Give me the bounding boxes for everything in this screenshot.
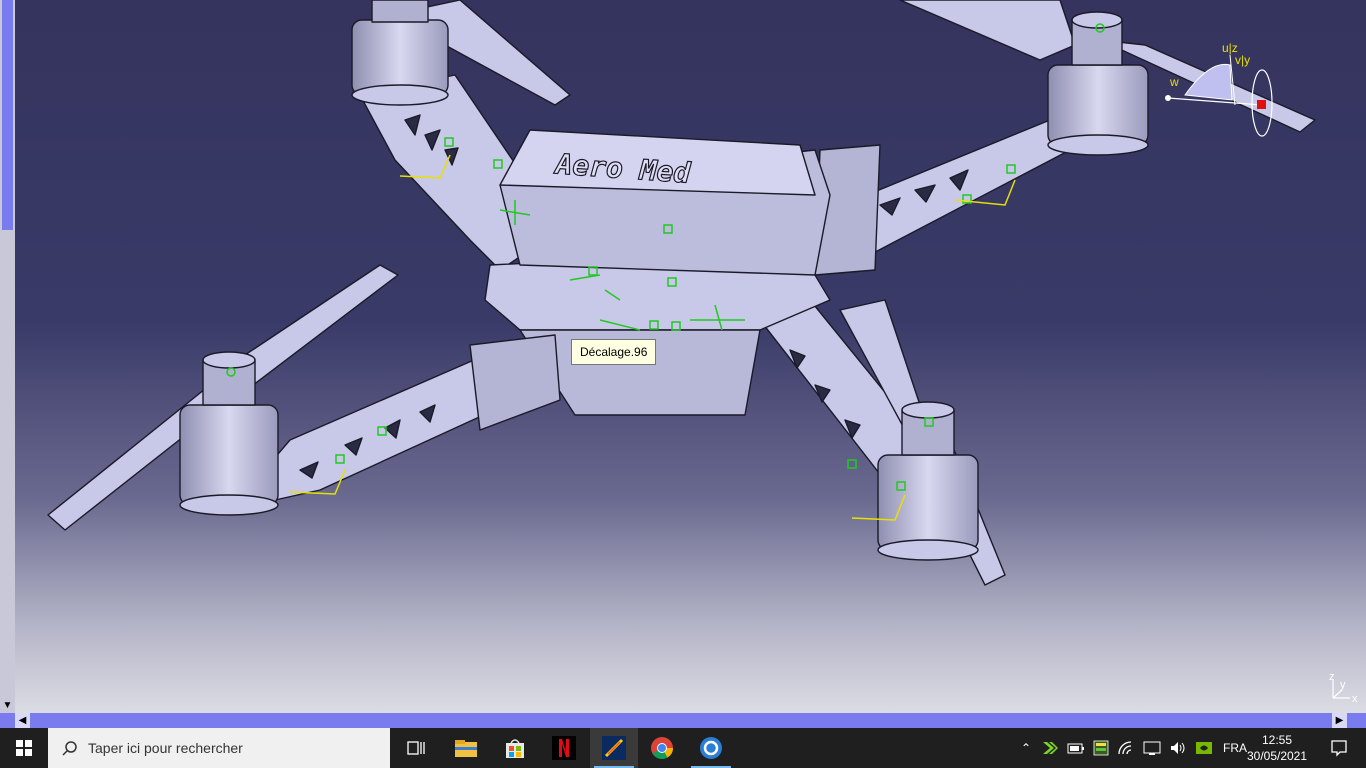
esc-module[interactable] [469,334,561,431]
axis-label-z: z [1329,671,1335,683]
notifications-button[interactable] [1318,728,1360,768]
chrome-icon [651,737,673,759]
vertical-scroll-thumb[interactable] [2,0,13,230]
netflix-button[interactable] [540,728,588,768]
start-button[interactable] [0,728,48,768]
meter-icon[interactable] [1093,740,1109,756]
nvidia-arrow-icon[interactable] [1041,741,1059,755]
scroll-right-icon[interactable]: ▶ [1332,713,1347,728]
compass-label-vy: v|y [1235,53,1250,67]
store-icon [506,739,524,758]
monitor-icon[interactable] [1143,740,1161,756]
compass[interactable]: u|z v|y w [1165,41,1273,137]
wifi-icon[interactable] [1117,740,1135,756]
clock-date: 30/05/2021 [1246,749,1308,763]
task-view-icon [407,741,425,755]
propeller-fr-a[interactable] [899,0,1076,61]
scroll-down-icon[interactable]: ▼ [0,698,15,713]
gpu-icon[interactable] [1195,740,1213,756]
tooltip: Décalage.96 [571,339,657,365]
taskbar: Taper ici pour rechercher ⌃ FRA 12:55 30… [0,728,1366,768]
horizontal-scrollbar[interactable]: ◀ ▶ [0,713,1366,728]
netflix-icon [552,736,576,760]
catia-button[interactable] [590,728,638,768]
search-icon [62,741,77,756]
scroll-left-icon[interactable]: ◀ [15,713,30,728]
task-view-button[interactable] [392,728,440,768]
app-button[interactable] [687,728,735,768]
3d-viewport[interactable]: Aero Med u|z v|y w z y x Décalage.96 ▼ [0,0,1366,713]
app-icon [700,737,722,759]
system-tray: ⌃ FRA [1015,728,1255,768]
volume-icon[interactable] [1169,740,1187,756]
search-placeholder: Taper ici pour rechercher [88,740,243,756]
windows-icon [16,740,32,756]
file-explorer-button[interactable] [442,728,490,768]
catia-icon [602,736,626,760]
axis-label-x: x [1352,693,1358,705]
battery-icon[interactable] [1067,742,1085,754]
store-button[interactable] [491,728,539,768]
clock-time: 12:55 [1261,733,1293,747]
vertical-scrollbar[interactable]: ▼ [0,0,15,713]
chevron-up-icon[interactable]: ⌃ [1015,741,1037,755]
axis-triad: z y x [1329,671,1358,705]
folder-icon [455,740,477,757]
drone-model[interactable]: Aero Med u|z v|y w z y x [0,0,1366,713]
notification-icon [1331,740,1347,757]
clock[interactable]: 12:55 30/05/2021 [1240,732,1314,764]
search-box[interactable]: Taper ici pour rechercher [48,728,390,768]
chrome-button[interactable] [638,728,686,768]
compass-label-w: w [1169,75,1179,89]
axis-label-y: y [1340,679,1346,691]
